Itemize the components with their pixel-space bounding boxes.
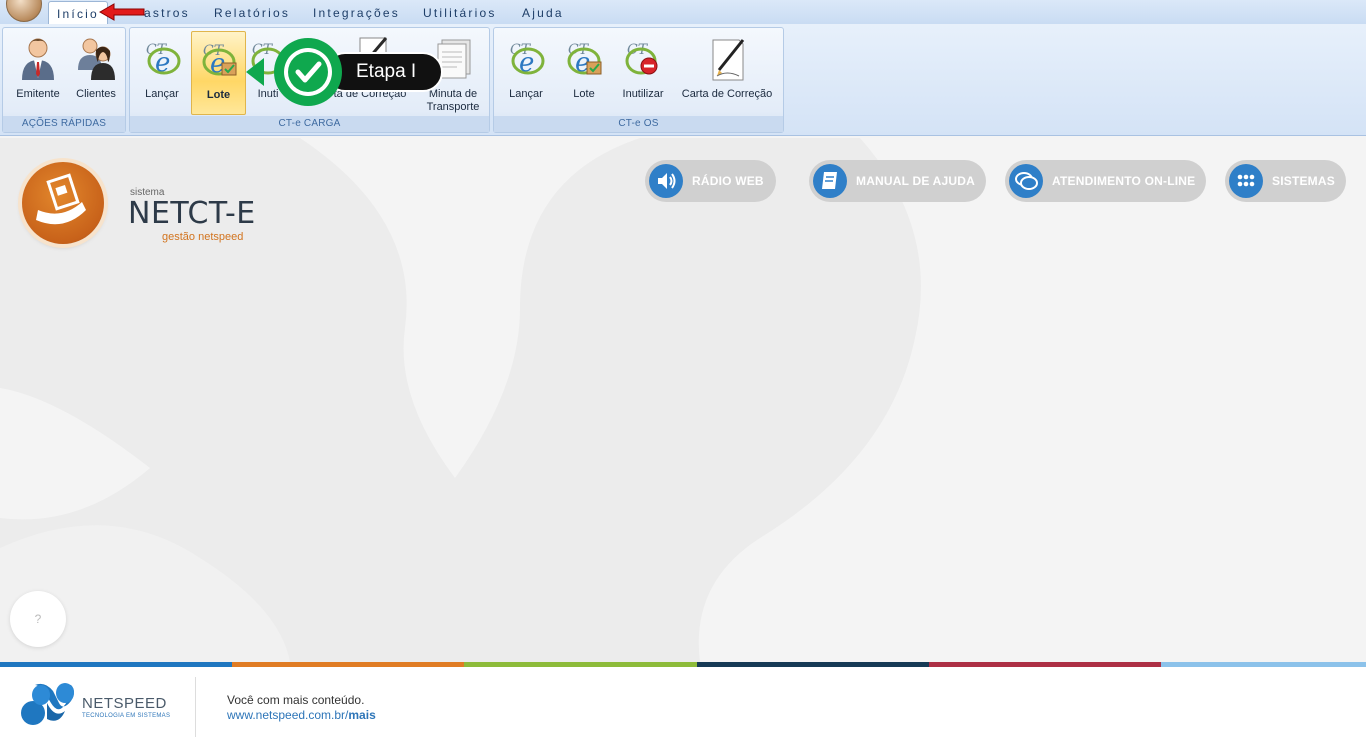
cte-os-inutilizar-button[interactable]: CT Inutilizar: [613, 31, 673, 115]
emitente-label: Emitente: [16, 88, 60, 100]
sistemas-label: SISTEMAS: [1272, 174, 1335, 188]
brand-name: NETCT-E: [128, 196, 256, 231]
atendimento-online-label: ATENDIMENTO ON-LINE: [1052, 174, 1196, 188]
radio-web-label: RÁDIO WEB: [692, 174, 764, 188]
tab-cadastros[interactable]: astros: [144, 4, 190, 24]
ribbon-group-cte-os: CT e Lançar CT e Lote CT Inutilizar Cart…: [493, 27, 784, 133]
tab-integracoes[interactable]: Integrações: [313, 4, 400, 24]
speaker-icon: [649, 164, 683, 198]
ribbon-group-label: AÇÕES RÁPIDAS: [3, 116, 125, 132]
cte-carga-lote-label: Lote: [206, 89, 231, 101]
cte-os-lote-button[interactable]: CT e Lote: [555, 31, 613, 115]
cte-cancel-icon: CT: [625, 42, 658, 75]
cte-os-carta-correcao-button[interactable]: Carta de Correção: [677, 31, 777, 115]
cte-icon: CT e: [510, 42, 545, 78]
cte-lote-icon: CT e: [567, 42, 602, 78]
cte-lote-icon: CT e: [202, 43, 236, 79]
people-icon: [78, 38, 115, 80]
netspeed-company-sub: TECNOLOGIA EM SISTEMAS: [82, 713, 171, 719]
tab-ajuda[interactable]: Ajuda: [522, 4, 564, 24]
cte-os-carta-correcao-label: Carta de Correção: [681, 88, 773, 100]
ribbon: Emitente Clientes AÇÕES RÁPIDAS CT e Lan…: [0, 24, 1366, 136]
manual-de-ajuda-label: MANUAL DE AJUDA: [856, 174, 976, 188]
cte-os-inutilizar-label: Inutilizar: [622, 88, 664, 100]
cte-os-lote-label: Lote: [573, 88, 595, 100]
cte-icon: CT e: [146, 42, 181, 78]
footer-slogan: Você com mais conteúdo.: [227, 693, 365, 707]
clientes-label: Clientes: [76, 88, 116, 100]
cte-carga-lancar-label: Lançar: [145, 88, 179, 100]
ribbon-group-label: CT-e CARGA: [130, 116, 489, 132]
brand-tagline: gestão netspeed: [162, 231, 244, 243]
tab-utilitarios[interactable]: Utilitários: [423, 4, 497, 24]
person-icon: [22, 38, 54, 80]
book-icon: [813, 164, 847, 198]
footer-link-bold: mais: [348, 708, 376, 722]
etapa-callout-text: Etapa I: [356, 61, 417, 82]
chat-icon: [1009, 164, 1043, 198]
footer-link[interactable]: www.netspeed.com.br/mais: [227, 708, 376, 722]
cte-os-lancar-label: Lançar: [509, 88, 543, 100]
netcte-logo: [22, 162, 104, 244]
footer: NETSPEED TECNOLOGIA EM SISTEMAS Você com…: [0, 667, 1366, 745]
app-menu-button[interactable]: [6, 0, 42, 22]
red-arrow-annotation-icon: [98, 3, 145, 21]
emitente-button[interactable]: Emitente: [9, 31, 67, 115]
ribbon-group-label: CT-e OS: [494, 116, 783, 132]
tab-relatorios[interactable]: Relatórios: [214, 4, 290, 24]
clientes-button[interactable]: Clientes: [67, 31, 125, 115]
menu-bar: Início astros Relatórios Integrações Uti…: [0, 0, 1366, 25]
help-button[interactable]: ?: [10, 591, 66, 647]
grid-icon: [1229, 164, 1263, 198]
ribbon-group-acoes-rapidas: Emitente Clientes AÇÕES RÁPIDAS: [2, 27, 126, 133]
netspeed-logo-icon: [21, 683, 74, 725]
atendimento-online-button[interactable]: ATENDIMENTO ON-LINE: [1005, 160, 1206, 202]
svg-text:e: e: [155, 48, 170, 78]
main-area: sistema NETCT-E gestão netspeed RÁDIO WE…: [0, 138, 1366, 662]
netspeed-company: NETSPEED: [82, 695, 167, 712]
footer-divider: [195, 677, 196, 737]
cte-os-lancar-button[interactable]: CT e Lançar: [497, 31, 555, 115]
svg-text:e: e: [519, 48, 534, 78]
cte-carga-lancar-button[interactable]: CT e Lançar: [133, 31, 191, 115]
netcte-logo-icon: [36, 173, 86, 225]
footer-link-base: www.netspeed.com.br/: [227, 708, 349, 722]
pencil-doc-icon: [712, 39, 745, 81]
radio-web-button[interactable]: RÁDIO WEB: [645, 160, 776, 202]
cte-carga-lote-button[interactable]: CT e Lote: [191, 31, 246, 115]
manual-de-ajuda-button[interactable]: MANUAL DE AJUDA: [809, 160, 986, 202]
sistemas-button[interactable]: SISTEMAS: [1225, 160, 1346, 202]
